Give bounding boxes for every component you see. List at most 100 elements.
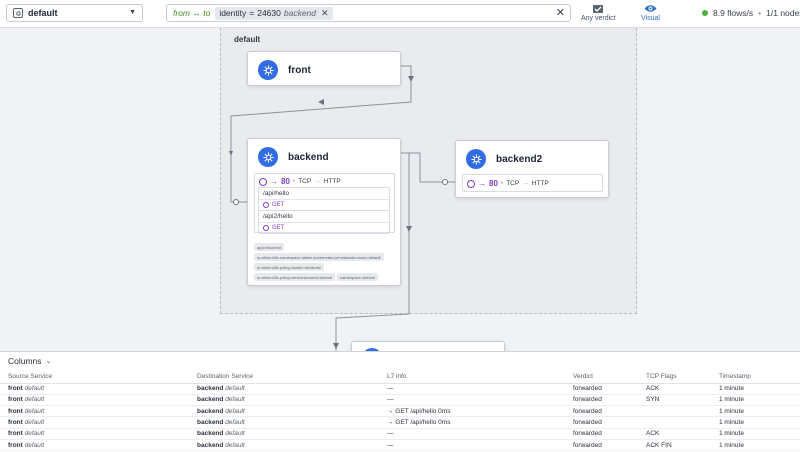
verdict: forwarded (573, 383, 646, 395)
label-badge: app=backend (254, 243, 285, 251)
service-name: backend2 (496, 153, 543, 165)
protocol-icon (467, 179, 475, 188)
timestamp: 1 minute (719, 428, 800, 440)
edge-connector-icon (442, 179, 448, 185)
timestamp: 1 minute (719, 416, 800, 429)
column-header[interactable]: L7 info (387, 371, 573, 384)
verdict: forwarded (573, 405, 646, 418)
edge-arrow-icon (406, 226, 412, 232)
source-service: front (8, 385, 23, 393)
columns-toggle[interactable]: Columns ⌄ (8, 356, 51, 366)
endpoint-port: → 80 • TCP → HTTP /api/hello GET /api2/h… (254, 173, 395, 234)
verdict: forwarded (573, 439, 646, 452)
table-row[interactable]: front default backend default → GET /api… (0, 405, 800, 418)
column-header[interactable]: Source Service (0, 371, 197, 384)
l7-info: — (387, 394, 573, 407)
tcp-flags: ACK (646, 383, 719, 395)
verdict: forwarded (573, 416, 646, 429)
destination-namespace: default (225, 430, 245, 438)
http-route[interactable]: /api2/hello GET (258, 210, 390, 234)
l7-info: — (387, 439, 573, 452)
source-namespace: default (24, 407, 45, 415)
chevron-down-icon: ⌄ (45, 358, 52, 365)
kubernetes-icon (258, 60, 278, 80)
kubernetes-icon (466, 149, 486, 169)
route-path: /api2/hello (259, 211, 389, 223)
label-badge: io.cilium.k8s.policy.serviceaccount=defa… (254, 273, 335, 281)
source-service: front (8, 441, 23, 449)
destination-service: backend (197, 430, 224, 438)
timestamp: 1 minute (719, 405, 800, 418)
method-icon (263, 202, 269, 208)
route-method: GET (259, 223, 389, 233)
destination-service: backend (197, 396, 224, 404)
column-header[interactable]: Timestamp (719, 371, 800, 384)
route-method: GET (259, 200, 389, 210)
route-path: /api/hello (259, 188, 389, 200)
table-row[interactable]: front default backend default — forwarde… (0, 394, 800, 407)
method-icon (263, 225, 269, 231)
table-row[interactable]: front default backend default — forwarde… (0, 383, 800, 395)
table-row[interactable]: front default backend default — forwarde… (0, 439, 800, 452)
service-name: front (288, 64, 311, 76)
timestamp: 1 minute (719, 439, 800, 452)
source-service: front (8, 430, 23, 438)
service-card-backend2[interactable]: backend2 → 80 • TCP → HTTP (455, 140, 609, 198)
port-app-protocol: HTTP (323, 178, 341, 185)
source-service: front (8, 419, 23, 427)
edge-connector-icon (233, 199, 239, 205)
label-badge: io.cilium.k8s.policy.cluster=minikube (254, 263, 325, 271)
destination-namespace: default (225, 396, 245, 404)
http-route[interactable]: /api/hello GET (258, 187, 390, 211)
service-card-backend[interactable]: backend → 80 • TCP → HTTP /api/hello GET… (247, 138, 401, 286)
l7-info: — (387, 428, 573, 440)
source-service: front (8, 407, 23, 415)
edge-arrow-icon (318, 99, 324, 105)
l7-info: → GET /api/hello 0ms (387, 416, 573, 429)
table-header-row: Source Service Destination Service L7 in… (0, 371, 800, 384)
label-badge: namespace=default (336, 273, 378, 281)
source-namespace: default (24, 419, 45, 427)
source-namespace: default (24, 396, 45, 404)
tcp-flags (646, 416, 719, 429)
column-header[interactable]: TCP Flags (646, 371, 719, 384)
tcp-flags (646, 405, 719, 418)
table-row[interactable]: front default backend default — forwarde… (0, 428, 800, 440)
l7-info: → GET /api/hello 0ms (387, 405, 573, 418)
destination-service: backend (197, 407, 224, 415)
verdict: forwarded (573, 428, 646, 440)
source-service: front (8, 396, 23, 404)
port-line: → 80 • TCP → HTTP (259, 177, 341, 186)
timestamp: 1 minute (719, 394, 800, 407)
column-header[interactable]: Destination Service (197, 371, 387, 384)
destination-namespace: default (225, 385, 245, 393)
source-namespace: default (24, 441, 45, 449)
port-number: 80 (281, 177, 290, 186)
verdict: forwarded (573, 394, 646, 407)
label-badge: io.cilium.k8s.namespace.labels.kubernete… (254, 253, 384, 261)
destination-service: backend (197, 385, 224, 393)
service-name: backend (288, 151, 329, 163)
destination-service: backend (197, 419, 224, 427)
flows-table: Source Service Destination Service L7 in… (0, 371, 800, 452)
service-card-front[interactable]: front (247, 51, 401, 86)
port-app-protocol: HTTP (531, 180, 549, 187)
kubernetes-icon (258, 147, 278, 167)
edge-arrow-icon (408, 76, 414, 82)
timestamp: 1 minute (719, 383, 800, 395)
protocol-icon (259, 177, 267, 186)
port-line: → 80 • TCP → HTTP (467, 179, 549, 188)
edge-arrow-icon (333, 343, 339, 349)
service-labels: app=backend io.cilium.k8s.namespace.labe… (254, 243, 397, 281)
port-protocol: TCP (298, 178, 312, 185)
port-number: 80 (489, 179, 498, 188)
l7-info: — (387, 383, 573, 395)
table-row[interactable]: front default backend default → GET /api… (0, 416, 800, 429)
columns-toggle-label: Columns (8, 356, 42, 366)
column-header[interactable]: Verdict (573, 371, 646, 384)
port-protocol: TCP (506, 180, 520, 187)
flows-panel: Columns ⌄ Source Service Destination Ser… (0, 351, 800, 452)
source-namespace: default (24, 385, 45, 393)
destination-namespace: default (225, 419, 245, 427)
endpoint-port: → 80 • TCP → HTTP (462, 174, 603, 192)
